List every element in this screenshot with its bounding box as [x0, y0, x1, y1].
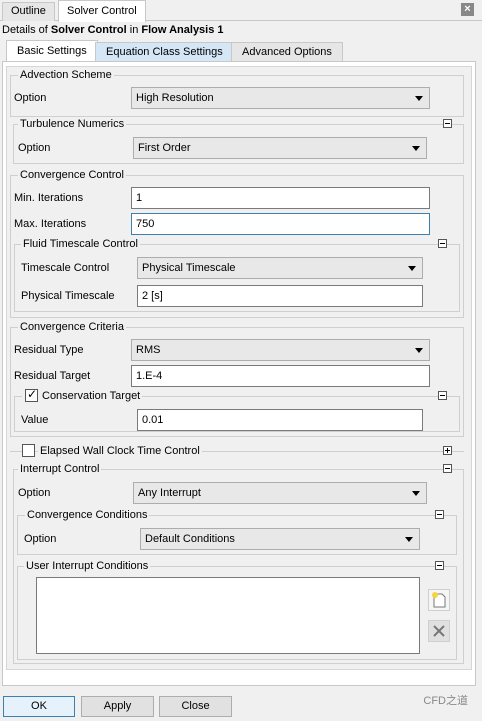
- conditions-option-value: Default Conditions: [145, 533, 235, 545]
- details-title: Details of Solver Control in Flow Analys…: [2, 22, 224, 38]
- conservation-target-checkbox[interactable]: [25, 387, 38, 402]
- advection-option-select[interactable]: High Resolution: [131, 87, 430, 109]
- chevron-down-icon: [405, 537, 413, 542]
- conservation-target-title: Conservation Target: [22, 389, 143, 403]
- interrupt-option-label: Option: [18, 487, 51, 499]
- new-item-icon: [432, 592, 446, 608]
- tab-solver-control[interactable]: Solver Control: [58, 0, 146, 22]
- interrupt-option-value: Any Interrupt: [138, 487, 201, 499]
- minus-box-icon[interactable]: [435, 510, 444, 519]
- convergence-control-title: Convergence Control: [18, 168, 126, 182]
- chevron-down-icon: [415, 348, 423, 353]
- timescale-control-select[interactable]: Physical Timescale: [137, 257, 423, 279]
- minus-box-icon[interactable]: [435, 561, 444, 570]
- residual-type-value: RMS: [136, 344, 161, 356]
- tab-basic-settings[interactable]: Basic Settings: [6, 40, 98, 62]
- turbulence-option-label: Option: [18, 142, 51, 154]
- physical-timescale-label: Physical Timescale: [21, 290, 115, 302]
- minus-box-icon[interactable]: [443, 119, 452, 128]
- residual-target-label: Residual Target: [14, 370, 91, 382]
- interrupt-option-select[interactable]: Any Interrupt: [133, 482, 427, 504]
- residual-target-input[interactable]: 1.E-4: [131, 365, 430, 387]
- details-object: Solver Control: [50, 24, 127, 36]
- conservation-value-label: Value: [21, 414, 49, 426]
- convergence-criteria-title: Convergence Criteria: [18, 320, 126, 334]
- convergence-conditions-title: Convergence Conditions: [25, 508, 150, 522]
- minus-box-icon[interactable]: [438, 239, 447, 248]
- plus-box-icon[interactable]: [443, 446, 452, 455]
- max-iterations-label: Max. Iterations: [14, 218, 87, 230]
- details-prefix: Details of: [2, 24, 51, 36]
- minus-box-icon[interactable]: [438, 391, 447, 400]
- conditions-option-select[interactable]: Default Conditions: [140, 528, 420, 550]
- tab-equation-class-settings[interactable]: Equation Class Settings: [95, 42, 234, 62]
- chevron-down-icon: [415, 96, 423, 101]
- minus-box-icon[interactable]: [443, 464, 452, 473]
- close-icon[interactable]: ×: [461, 3, 474, 16]
- interrupt-control-title: Interrupt Control: [18, 462, 102, 476]
- max-iterations-input[interactable]: 750: [131, 213, 430, 235]
- turbulence-numerics-title: Turbulence Numerics: [18, 117, 127, 131]
- chevron-down-icon: [412, 491, 420, 496]
- delete-item-button[interactable]: [428, 620, 450, 642]
- tab-outline[interactable]: Outline: [2, 2, 55, 21]
- new-item-button[interactable]: [428, 589, 450, 611]
- conditions-option-label: Option: [24, 533, 57, 545]
- details-parent: Flow Analysis 1: [141, 24, 224, 36]
- physical-timescale-input[interactable]: 2 [s]: [137, 285, 423, 307]
- min-iterations-input[interactable]: 1: [131, 187, 430, 209]
- timescale-control-value: Physical Timescale: [142, 262, 236, 274]
- elapsed-time-label: Elapsed Wall Clock Time Control: [38, 444, 202, 458]
- details-middle: in: [126, 24, 142, 36]
- close-button[interactable]: Close: [159, 696, 232, 717]
- advection-scheme-title: Advection Scheme: [18, 68, 114, 82]
- ok-button[interactable]: OK: [3, 696, 75, 717]
- user-interrupt-title: User Interrupt Conditions: [24, 559, 151, 573]
- turbulence-option-value: First Order: [138, 142, 191, 154]
- residual-type-label: Residual Type: [14, 344, 84, 356]
- delete-icon: [433, 625, 445, 637]
- advection-option-label: Option: [14, 92, 47, 104]
- turbulence-option-select[interactable]: First Order: [133, 137, 427, 159]
- user-interrupt-list[interactable]: [36, 577, 420, 654]
- min-iterations-label: Min. Iterations: [14, 192, 84, 204]
- timescale-control-label: Timescale Control: [21, 262, 110, 274]
- watermark: CFD之道: [423, 695, 468, 707]
- conservation-value-input[interactable]: 0.01: [137, 409, 423, 431]
- apply-button[interactable]: Apply: [81, 696, 154, 717]
- chevron-down-icon: [408, 266, 416, 271]
- chevron-down-icon: [412, 146, 420, 151]
- elapsed-time-checkbox[interactable]: [22, 444, 35, 457]
- fluid-timescale-title: Fluid Timescale Control: [21, 237, 140, 251]
- advection-option-value: High Resolution: [136, 92, 214, 104]
- residual-type-select[interactable]: RMS: [131, 339, 430, 361]
- tab-advanced-options[interactable]: Advanced Options: [231, 42, 343, 62]
